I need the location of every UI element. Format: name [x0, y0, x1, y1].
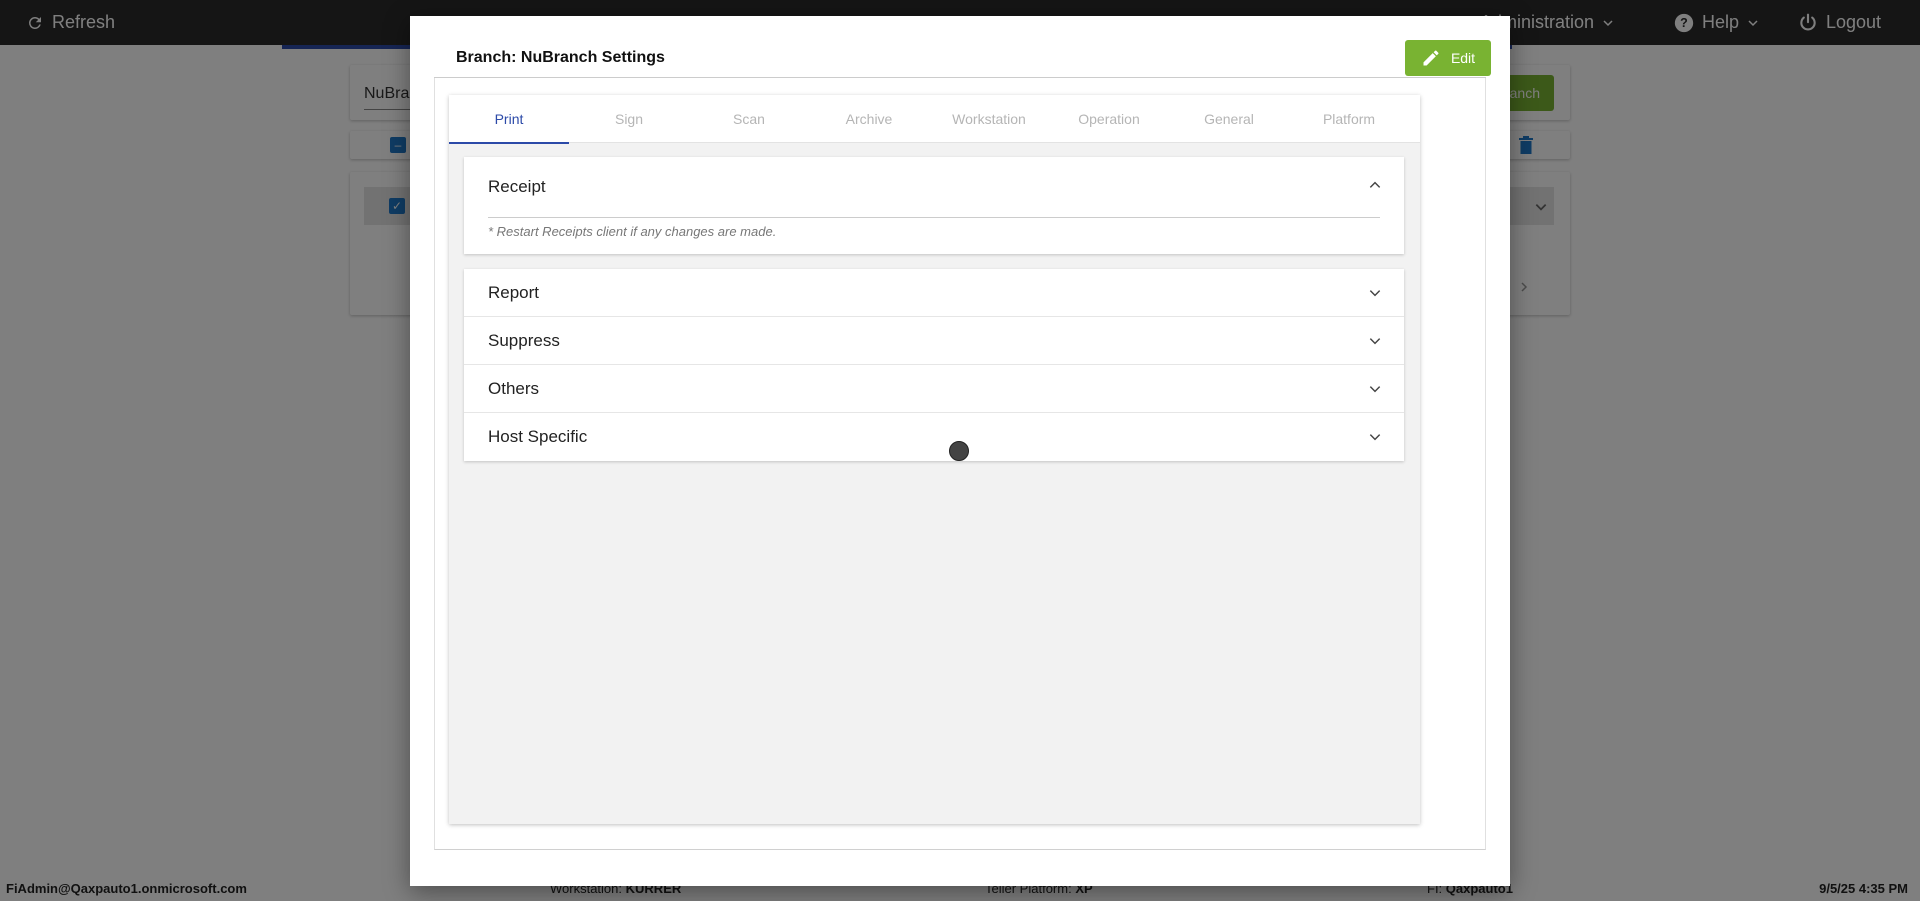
others-panel-header[interactable]: Others [464, 365, 1404, 413]
settings-accordion: Report Suppress Others Host Specific [464, 269, 1404, 461]
panel-title: Host Specific [488, 427, 588, 446]
dialog-title: Branch: NuBranch Settings [456, 49, 665, 66]
chevron-down-icon [1368, 430, 1382, 444]
tab-label: Sign [614, 111, 644, 127]
receipt-divider [488, 217, 1380, 218]
pencil-icon [1423, 50, 1439, 66]
edit-label: Edit [1450, 50, 1476, 66]
tab-label: Print [494, 111, 524, 127]
tab-general[interactable]: General [1169, 95, 1289, 143]
suppress-panel-header[interactable]: Suppress [464, 317, 1404, 365]
tab-label: Archive [845, 111, 893, 127]
tab-label: Operation [1078, 111, 1140, 127]
tab-label: Scan [733, 111, 765, 127]
report-panel-header[interactable]: Report [464, 269, 1404, 317]
chevron-down-icon [1368, 382, 1382, 396]
receipt-panel-header[interactable]: Receipt [488, 177, 546, 197]
host-specific-panel-header[interactable]: Host Specific [464, 413, 1404, 461]
tab-print[interactable]: Print [449, 95, 569, 144]
settings-tabs: Print Sign Scan Archive Workstation Oper… [449, 95, 1420, 144]
tab-workstation[interactable]: Workstation [929, 95, 1049, 143]
tab-label: General [1204, 111, 1254, 127]
tab-platform[interactable]: Platform [1289, 95, 1409, 143]
tab-sign[interactable]: Sign [569, 95, 689, 143]
tab-label: Workstation [952, 111, 1026, 127]
panel-title: Suppress [488, 331, 560, 350]
chevron-down-icon [1368, 286, 1382, 300]
chevron-down-icon [1368, 334, 1382, 348]
panel-title: Others [488, 379, 540, 398]
edit-button[interactable]: Edit [1405, 40, 1491, 76]
mouse-cursor-indicator [949, 441, 969, 461]
chevron-up-icon[interactable] [1368, 178, 1382, 192]
receipt-note: * Restart Receipts client if any changes… [488, 224, 777, 239]
receipt-panel: Receipt * Restart Receipts client if any… [464, 157, 1404, 254]
tab-operation[interactable]: Operation [1049, 95, 1169, 143]
tab-label: Platform [1322, 111, 1376, 127]
panel-title: Report [488, 283, 540, 302]
tab-scan[interactable]: Scan [689, 95, 809, 143]
tab-archive[interactable]: Archive [809, 95, 929, 143]
settings-card: Print Sign Scan Archive Workstation Oper… [449, 95, 1420, 824]
